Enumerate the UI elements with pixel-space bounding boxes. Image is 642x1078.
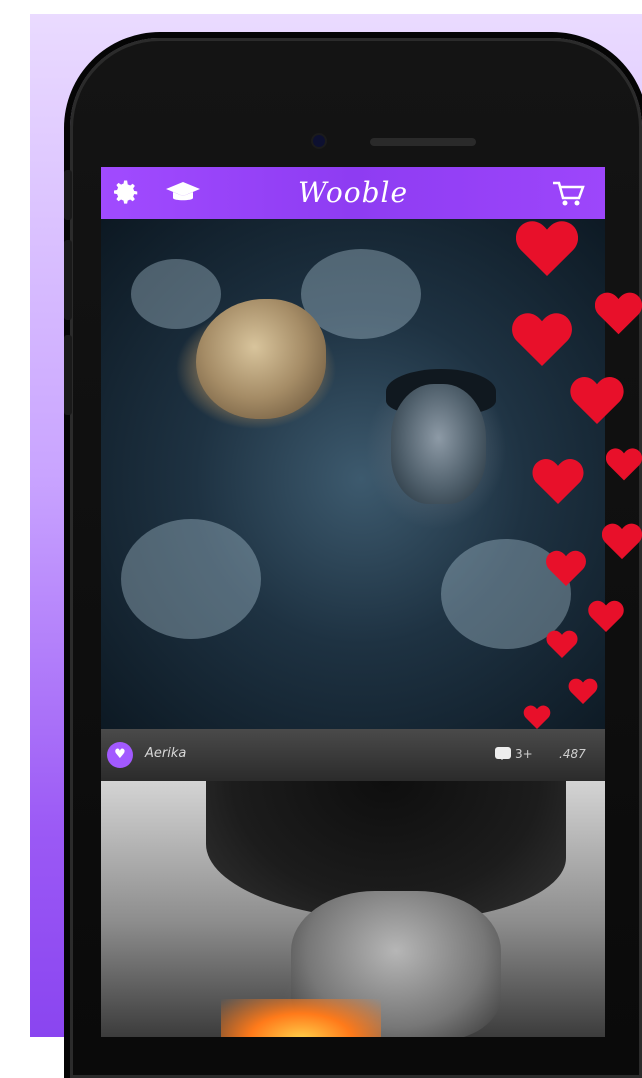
heart-icon [522,705,552,729]
cart-icon[interactable] [551,178,587,208]
heart-icon [595,285,642,341]
heart-icon [602,520,642,562]
heart-icon [588,600,624,632]
fighter-face [391,384,486,504]
fire-glow [221,999,381,1037]
app-brand-title: Wooble [297,176,409,209]
comment-count: 3+ [515,747,533,761]
post-author-bar: ♥ Aerika 3+ .487 [101,729,605,781]
heart-icon [546,630,578,658]
app-header: Wooble [101,167,605,219]
post-image-2[interactable] [101,781,605,1037]
heart-icon [532,458,584,504]
heart-icon [606,440,642,488]
phone-volume-up [64,240,72,320]
heart-icon [546,550,586,586]
phone-speaker [370,138,476,146]
phone-volume-down [64,335,72,415]
author-name[interactable]: Aerika [145,746,186,761]
fist-shape [196,299,326,419]
heart-icon [512,312,572,366]
phone-mute-switch [64,170,72,220]
heart-icon [568,678,598,704]
phone-camera [313,135,325,147]
comment-icon[interactable] [495,747,511,760]
heart-icon [570,376,624,424]
post-image-1[interactable] [101,219,605,729]
water-splash [131,259,221,329]
author-avatar[interactable]: ♥ [107,742,133,768]
app-screen: Wooble ♥ Aerika 3+ .487 [101,167,605,1037]
water-splash [121,519,261,639]
heart-icon [516,220,578,276]
like-count: .487 [559,747,586,761]
